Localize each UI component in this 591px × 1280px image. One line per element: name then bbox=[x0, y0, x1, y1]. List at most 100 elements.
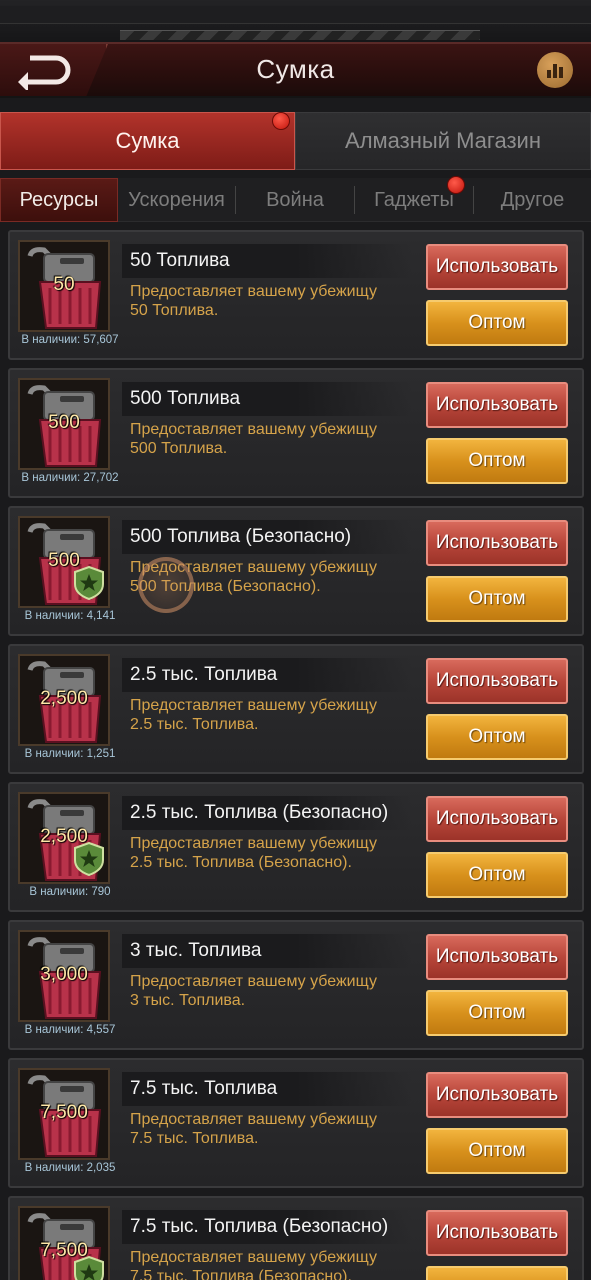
item-icon-box[interactable]: 7,500 bbox=[18, 1206, 110, 1280]
item-title: 2.5 тыс. Топлива (Безопасно) bbox=[122, 796, 412, 830]
header: Сумка bbox=[0, 42, 591, 98]
use-button[interactable]: Использовать bbox=[426, 1072, 568, 1118]
list-item: 500 В наличии: 27,702 500 Топлива Предос… bbox=[8, 368, 584, 498]
list-item: 7,500 7.5 тыс. Топлива (Безопасно) Предо… bbox=[8, 1196, 584, 1280]
list-item: 2,500 В наличии: 790 2.5 тыс. Топлива (Б… bbox=[8, 782, 584, 912]
list-item: 500 В наличии: 4,141 500 Топлива (Безопа… bbox=[8, 506, 584, 636]
subtab-war-label: Война bbox=[266, 188, 324, 211]
bar-chart-icon bbox=[547, 64, 563, 78]
shield-star-icon bbox=[74, 566, 104, 600]
top-bar bbox=[0, 6, 591, 24]
use-button[interactable]: Использовать bbox=[426, 520, 568, 566]
item-description-line2: 2.5 тыс. Топлива. bbox=[130, 716, 259, 733]
item-stock: В наличии: 1,251 bbox=[24, 748, 116, 760]
top-decorative-strip bbox=[0, 0, 591, 42]
tab-diamond-shop-label: Алмазный Магазин bbox=[345, 128, 541, 153]
subtab-other[interactable]: Другое bbox=[474, 178, 591, 222]
bulk-button[interactable]: Оптом bbox=[426, 300, 568, 346]
list-item: 2,500 В наличии: 1,251 2.5 тыс. Топлива … bbox=[8, 644, 584, 774]
item-title: 7.5 тыс. Топлива (Безопасно) bbox=[122, 1210, 412, 1244]
item-description: Предоставляет вашему убежищу 2.5 тыс. То… bbox=[130, 696, 430, 734]
item-description: Предоставляет вашему убежищу 50 Топлива. bbox=[130, 282, 430, 320]
item-description-line2: 50 Топлива. bbox=[130, 302, 219, 319]
bulk-button[interactable]: Оптом bbox=[426, 852, 568, 898]
stats-button[interactable] bbox=[537, 52, 573, 88]
shield-star-icon bbox=[74, 842, 104, 876]
bulk-button[interactable]: Оптом bbox=[426, 438, 568, 484]
item-icon-amount: 500 bbox=[48, 412, 80, 433]
item-description-line2: 7.5 тыс. Топлива (Безопасно). bbox=[130, 1268, 352, 1280]
use-button[interactable]: Использовать bbox=[426, 796, 568, 842]
item-description-line1: Предоставляет вашему убежищу bbox=[130, 973, 377, 990]
use-button[interactable]: Использовать bbox=[426, 244, 568, 290]
item-description: Предоставляет вашему убежищу 2.5 тыс. То… bbox=[130, 834, 430, 872]
item-description-line2: 3 тыс. Топлива. bbox=[130, 992, 246, 1009]
list-item: 3,000 В наличии: 4,557 3 тыс. Топлива Пр… bbox=[8, 920, 584, 1050]
item-description: Предоставляет вашему убежищу 500 Топлива… bbox=[130, 420, 430, 458]
item-description-line1: Предоставляет вашему убежищу bbox=[130, 421, 377, 438]
subtab-resources[interactable]: Ресурсы bbox=[0, 178, 118, 222]
item-description-line2: 7.5 тыс. Топлива. bbox=[130, 1130, 259, 1147]
item-description-line1: Предоставляет вашему убежищу bbox=[130, 283, 377, 300]
subtab-gadgets-label: Гаджеты bbox=[374, 188, 454, 211]
list-item: 50 В наличии: 57,607 50 Топлива Предоста… bbox=[8, 230, 584, 360]
item-stock: В наличии: 4,141 bbox=[24, 610, 116, 622]
item-description: Предоставляет вашему убежищу 7.5 тыс. То… bbox=[130, 1110, 430, 1148]
item-icon-box[interactable]: 500 bbox=[18, 516, 110, 608]
page-title: Сумка bbox=[256, 54, 335, 84]
subtab-resources-label: Ресурсы bbox=[19, 188, 99, 211]
list-item: 7,500 В наличии: 2,035 7.5 тыс. Топлива … bbox=[8, 1058, 584, 1188]
item-description-line2: 500 Топлива. bbox=[130, 440, 228, 457]
subtab-gadgets[interactable]: Гаджеты bbox=[355, 176, 473, 222]
bulk-button[interactable]: Оптом bbox=[426, 1266, 568, 1280]
item-icon-amount: 2,500 bbox=[40, 688, 88, 709]
bulk-button[interactable]: Оптом bbox=[426, 1128, 568, 1174]
shield-star-icon bbox=[74, 1256, 104, 1280]
item-description-line1: Предоставляет вашему убежищу bbox=[130, 1111, 377, 1128]
item-stock: В наличии: 4,557 bbox=[24, 1024, 116, 1036]
subtab-speedups-label: Ускорения bbox=[128, 188, 225, 211]
touch-indicator bbox=[138, 557, 194, 613]
item-title: 2.5 тыс. Топлива bbox=[122, 658, 412, 692]
item-title: 50 Топлива bbox=[122, 244, 412, 278]
item-icon-box[interactable]: 2,500 bbox=[18, 792, 110, 884]
item-icon-box[interactable]: 2,500 bbox=[18, 654, 110, 746]
item-stock: В наличии: 790 bbox=[29, 886, 111, 898]
item-icon-box[interactable]: 7,500 bbox=[18, 1068, 110, 1160]
tab-bag-label: Сумка bbox=[115, 128, 180, 153]
hazard-stripe bbox=[120, 30, 480, 40]
subtab-other-label: Другое bbox=[500, 188, 565, 211]
item-icon-box[interactable]: 3,000 bbox=[18, 930, 110, 1022]
subtab-speedups[interactable]: Ускорения bbox=[118, 178, 235, 222]
item-description: Предоставляет вашему убежищу 7.5 тыс. То… bbox=[130, 1248, 430, 1280]
item-stock: В наличии: 57,607 bbox=[21, 334, 119, 346]
item-description-line1: Предоставляет вашему убежищу bbox=[130, 835, 377, 852]
sub-tabs: Ресурсы Ускорения Война Гаджеты Другое bbox=[0, 176, 591, 222]
bulk-button[interactable]: Оптом bbox=[426, 576, 568, 622]
notification-dot bbox=[447, 176, 465, 194]
use-button[interactable]: Использовать bbox=[426, 1210, 568, 1256]
item-icon-box[interactable]: 500 bbox=[18, 378, 110, 470]
use-button[interactable]: Использовать bbox=[426, 934, 568, 980]
item-description-line1: Предоставляет вашему убежищу bbox=[130, 697, 377, 714]
subtab-war[interactable]: Война bbox=[236, 178, 354, 222]
item-description: Предоставляет вашему убежищу 3 тыс. Топл… bbox=[130, 972, 430, 1010]
item-title: 7.5 тыс. Топлива bbox=[122, 1072, 412, 1106]
item-description-line2: 2.5 тыс. Топлива (Безопасно). bbox=[130, 854, 352, 871]
item-icon-amount: 3,000 bbox=[40, 964, 88, 985]
bulk-button[interactable]: Оптом bbox=[426, 714, 568, 760]
use-button[interactable]: Использовать bbox=[426, 382, 568, 428]
tab-diamond-shop[interactable]: Алмазный Магазин bbox=[295, 112, 591, 170]
bulk-button[interactable]: Оптом bbox=[426, 990, 568, 1036]
item-icon-amount: 50 bbox=[53, 274, 75, 295]
item-stock: В наличии: 2,035 bbox=[24, 1162, 116, 1174]
item-icon-amount: 7,500 bbox=[40, 1102, 88, 1123]
item-description-line1: Предоставляет вашему убежищу bbox=[130, 1249, 377, 1266]
item-icon-box[interactable]: 50 bbox=[18, 240, 110, 332]
tab-bag[interactable]: Сумка bbox=[0, 112, 295, 170]
use-button[interactable]: Использовать bbox=[426, 658, 568, 704]
notification-dot bbox=[272, 112, 290, 130]
item-title: 500 Топлива bbox=[122, 382, 412, 416]
main-tabs: Сумка Алмазный Магазин bbox=[0, 112, 591, 170]
item-stock: В наличии: 27,702 bbox=[21, 472, 119, 484]
